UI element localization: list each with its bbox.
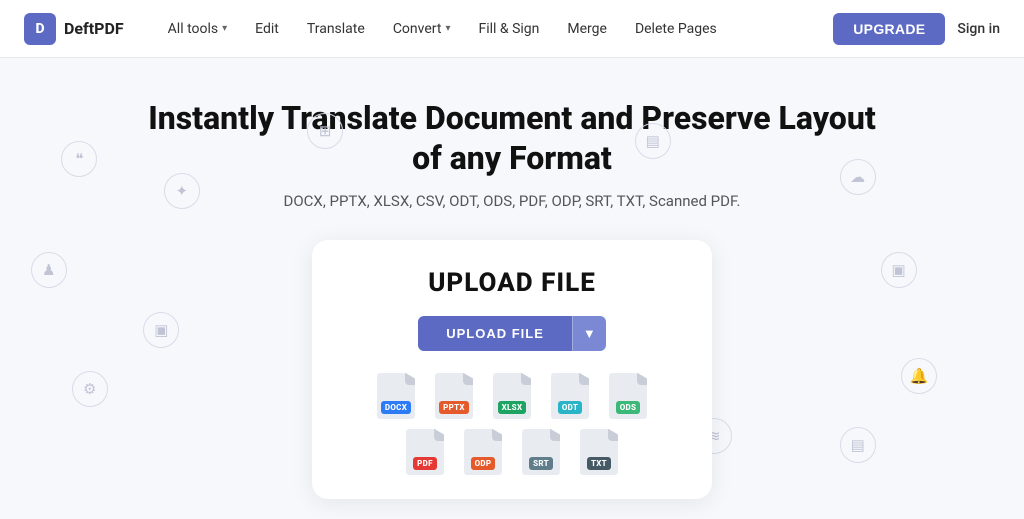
chevron-down-icon: ▾ <box>445 23 450 34</box>
nav-links: All tools▾EditTranslateConvert▾Fill & Si… <box>156 15 834 43</box>
file-type-pptx: PPTX <box>430 373 478 419</box>
upload-card-title: UPLOAD FILE <box>428 268 596 298</box>
file-type-xlsx: XLSX <box>488 373 536 419</box>
bg-decorative-icon-3: ▣ <box>143 312 179 348</box>
upgrade-button[interactable]: UPGRADE <box>833 13 945 45</box>
logo-letter: D <box>35 21 44 37</box>
file-badge-srt: SRT <box>529 457 553 470</box>
logo-link[interactable]: D DeftPDF <box>24 13 124 45</box>
upload-file-button[interactable]: UPLOAD FILE <box>418 316 572 351</box>
navbar: D DeftPDF All tools▾EditTranslateConvert… <box>0 0 1024 58</box>
file-type-ods: ODS <box>604 373 652 419</box>
file-badge-odp: ODP <box>471 457 496 470</box>
chevron-down-icon: ▾ <box>222 23 227 34</box>
nav-item-all-tools[interactable]: All tools▾ <box>156 15 240 43</box>
file-type-docx: DOCX <box>372 373 420 419</box>
upload-dropdown-button[interactable]: ▼ <box>572 316 606 351</box>
bg-decorative-icon-4: ✦ <box>164 173 200 209</box>
file-types: DOCX PPTX XLSX ODT ODS PDF ODP SRT TXT <box>372 373 652 475</box>
upload-card: UPLOAD FILE UPLOAD FILE ▼ DOCX PPTX XLSX OD… <box>312 240 712 499</box>
nav-actions: UPGRADE Sign in <box>833 13 1000 45</box>
hero-section: ❝♟⚙▣✦⊞▤☁▣🔔▤≋ Instantly Translate Documen… <box>0 58 1024 519</box>
nav-item-fill-&-sign[interactable]: Fill & Sign <box>466 15 551 43</box>
signin-button[interactable]: Sign in <box>957 21 1000 37</box>
file-type-srt: SRT <box>517 429 565 475</box>
file-badge-txt: TXT <box>587 457 611 470</box>
file-type-pdf: PDF <box>401 429 449 475</box>
logo-box: D <box>24 13 56 45</box>
nav-item-edit[interactable]: Edit <box>243 15 291 43</box>
nav-item-merge[interactable]: Merge <box>555 15 619 43</box>
file-badge-pptx: PPTX <box>439 401 469 414</box>
file-badge-odt: ODT <box>558 401 582 414</box>
nav-item-translate[interactable]: Translate <box>295 15 377 43</box>
bg-decorative-icon-10: ▤ <box>840 427 876 463</box>
file-type-odp: ODP <box>459 429 507 475</box>
nav-item-delete-pages[interactable]: Delete Pages <box>623 15 729 43</box>
file-badge-ods: ODS <box>616 401 641 414</box>
upload-btn-row: UPLOAD FILE ▼ <box>418 316 606 351</box>
bg-decorative-icon-2: ⚙ <box>72 371 108 407</box>
file-badge-docx: DOCX <box>381 401 411 414</box>
file-type-odt: ODT <box>546 373 594 419</box>
bg-decorative-icon-1: ♟ <box>31 252 67 288</box>
logo-name: DeftPDF <box>64 19 124 38</box>
file-row-2: PDF ODP SRT TXT <box>401 429 623 475</box>
file-row-1: DOCX PPTX XLSX ODT ODS <box>372 373 652 419</box>
bg-decorative-icon-9: 🔔 <box>901 358 937 394</box>
nav-item-convert[interactable]: Convert▾ <box>381 15 463 43</box>
hero-subtitle: DOCX, PPTX, XLSX, CSV, ODT, ODS, PDF, OD… <box>283 192 740 210</box>
bg-decorative-icon-8: ▣ <box>881 252 917 288</box>
file-badge-pdf: PDF <box>413 457 437 470</box>
file-type-txt: TXT <box>575 429 623 475</box>
file-badge-xlsx: XLSX <box>498 401 527 414</box>
hero-title: Instantly Translate Document and Preserv… <box>142 98 882 178</box>
bg-decorative-icon-0: ❝ <box>61 141 97 177</box>
